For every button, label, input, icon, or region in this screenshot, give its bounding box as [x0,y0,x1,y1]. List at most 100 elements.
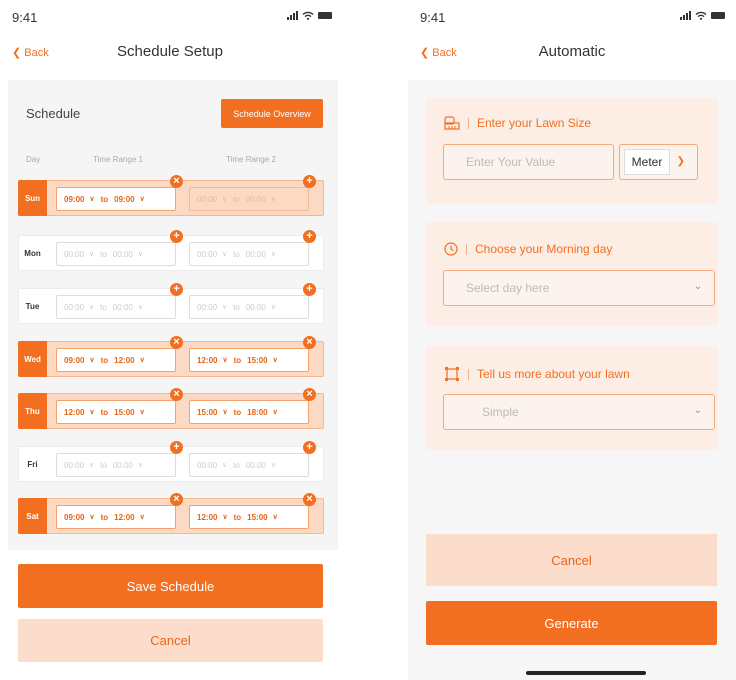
cancel-button[interactable]: Cancel [426,534,717,586]
day-row-tue[interactable]: Tue 00:00 ∨ to 00:00 ∨ +00:00 ∨ to 00:00 ∨ + [18,283,324,324]
time-to[interactable]: 00:00 [113,461,133,470]
to-label: to [233,407,242,417]
generate-button[interactable]: Generate [426,601,717,645]
time-to[interactable]: 00:00 [246,250,266,259]
chevron-down-icon: ∨ [222,196,228,203]
day-row-fri[interactable]: Fri 00:00 ∨ to 00:00 ∨ +00:00 ∨ to 00:00 ∨ + [18,441,324,482]
chevron-down-icon: ∨ [272,357,278,364]
chevron-down-icon: ∨ [137,462,143,469]
time-range-2[interactable]: 00:00 ∨ to 00:00 ∨ [189,453,309,477]
time-range-2[interactable]: 12:00 ∨ to 15:00 ∨ [189,505,309,529]
time-to[interactable]: 12:00 [114,513,134,522]
add-range-icon[interactable]: + [303,283,316,296]
time-range-2[interactable]: 00:00 ∨ to 00:00 ∨ [189,295,309,319]
automatic-panel: Enter your Lawn Size Enter Your Value Me… [408,80,736,680]
day-label: Tue [25,301,40,311]
time-from[interactable]: 00:00 [197,461,217,470]
morning-day-title: Choose your Morning day [444,242,612,256]
home-indicator [526,671,646,675]
chevron-down-icon: ∨ [139,196,145,203]
time-to[interactable]: 18:00 [247,408,267,417]
remove-range-icon[interactable]: × [303,493,316,506]
time-from[interactable]: 00:00 [64,303,84,312]
remove-range-icon[interactable]: × [170,493,183,506]
remove-range-icon[interactable]: × [303,336,316,349]
lawn-details-card: Tell us more about your lawn Simple ⌄ [426,346,718,450]
time-from[interactable]: 12:00 [197,513,217,522]
time-to[interactable]: 00:00 [246,461,266,470]
time-from[interactable]: 15:00 [197,408,217,417]
time-from[interactable]: 12:00 [64,408,84,417]
remove-range-icon[interactable]: × [170,388,183,401]
cancel-button[interactable]: Cancel [18,619,323,662]
time-to[interactable]: 15:00 [247,356,267,365]
time-from[interactable]: 00:00 [197,250,217,259]
time-range-2[interactable]: 00:00 ∨ to 00:00 ∨ [189,187,309,211]
lawn-size-input[interactable]: Enter Your Value [443,144,614,180]
time-to[interactable]: 00:00 [246,195,266,204]
day-row-mon[interactable]: Mon 00:00 ∨ to 00:00 ∨ +00:00 ∨ to 00:00 ∨ + [18,230,324,271]
chevron-down-icon: ∨ [270,196,276,203]
add-range-icon[interactable]: + [170,283,183,296]
time-range-2[interactable]: 12:00 ∨ to 15:00 ∨ [189,348,309,372]
time-range-1[interactable]: 00:00 ∨ to 00:00 ∨ [56,242,176,266]
status-icons [287,11,332,20]
remove-range-icon[interactable]: × [303,388,316,401]
day-label: Sat [18,498,47,534]
time-range-1[interactable]: 00:00 ∨ to 00:00 ∨ [56,295,176,319]
day-row-sun[interactable]: Sun 09:00 ∨ to 09:00 ∨ × 00:00 ∨ to 00:00 ∨ + [18,175,324,216]
time-from[interactable]: 00:00 [64,461,84,470]
time-range-1[interactable]: 09:00 ∨ to 12:00 ∨ [56,348,176,372]
time-from[interactable]: 00:00 [64,250,84,259]
chevron-down-icon: ∨ [222,304,228,311]
add-range-icon[interactable]: + [170,230,183,243]
chevron-down-icon: ⌄ [693,281,702,292]
unit-select[interactable]: Meter ❯ [619,144,698,180]
time-from[interactable]: 09:00 [64,195,84,204]
schedule-overview-button[interactable]: Schedule Overview [221,99,323,128]
chevron-down-icon: ∨ [139,357,145,364]
remove-range-icon[interactable]: × [170,336,183,349]
day-row-sat[interactable]: Sat 09:00 ∨ to 12:00 ∨ × 12:00 ∨ to 15:00 ∨ × [18,493,324,534]
time-to[interactable]: 00:00 [113,303,133,312]
add-range-icon[interactable]: + [170,441,183,454]
lawn-details-title: Tell us more about your lawn [444,366,630,382]
time-from[interactable]: 09:00 [64,356,84,365]
time-range-1[interactable]: 12:00 ∨ to 15:00 ∨ [56,400,176,424]
time-range-1[interactable]: 00:00 ∨ to 00:00 ∨ [56,453,176,477]
save-schedule-button[interactable]: Save Schedule [18,564,323,608]
chevron-down-icon: ∨ [270,304,276,311]
time-range-2[interactable]: 00:00 ∨ to 00:00 ∨ [189,242,309,266]
morning-day-select[interactable]: Select day here ⌄ [443,270,715,306]
time-to[interactable]: 00:00 [246,303,266,312]
battery-icon [318,12,332,19]
time-to[interactable]: 15:00 [247,513,267,522]
to-label: to [233,249,240,259]
col-header-day: Day [26,155,41,164]
time-from[interactable]: 12:00 [197,356,217,365]
lawn-type-select[interactable]: Simple ⌄ [443,394,715,430]
time-range-2[interactable]: 15:00 ∨ to 18:00 ∨ [189,400,309,424]
add-range-icon[interactable]: + [303,175,316,188]
remove-range-icon[interactable]: × [170,175,183,188]
add-range-icon[interactable]: + [303,441,316,454]
day-row-thu[interactable]: Thu 12:00 ∨ to 15:00 ∨ × 15:00 ∨ to 18:00 ∨ × [18,388,324,429]
page-title: Automatic [538,43,606,60]
unit-value: Meter [624,149,670,175]
time-to[interactable]: 09:00 [114,195,134,204]
chevron-down-icon: ∨ [89,462,95,469]
time-range-1[interactable]: 09:00 ∨ to 12:00 ∨ [56,505,176,529]
automatic-screen: 9:41 ❮ Back Automatic Enter your Lawn Si… [408,0,736,680]
header: ❮ Back Automatic [408,38,736,68]
add-range-icon[interactable]: + [303,230,316,243]
time-to[interactable]: 00:00 [113,250,133,259]
day-row-wed[interactable]: Wed 09:00 ∨ to 12:00 ∨ × 12:00 ∨ to 15:00 ∨ × [18,336,324,377]
time-from[interactable]: 09:00 [64,513,84,522]
time-from[interactable]: 00:00 [197,303,217,312]
time-range-1[interactable]: 09:00 ∨ to 09:00 ∨ [56,187,176,211]
time-from[interactable]: 00:00 [197,195,217,204]
time-to[interactable]: 12:00 [114,356,134,365]
battery-icon [711,12,725,19]
time-to[interactable]: 15:00 [114,408,134,417]
schedule-panel: Schedule Schedule Overview Day Time Rang… [8,80,338,550]
